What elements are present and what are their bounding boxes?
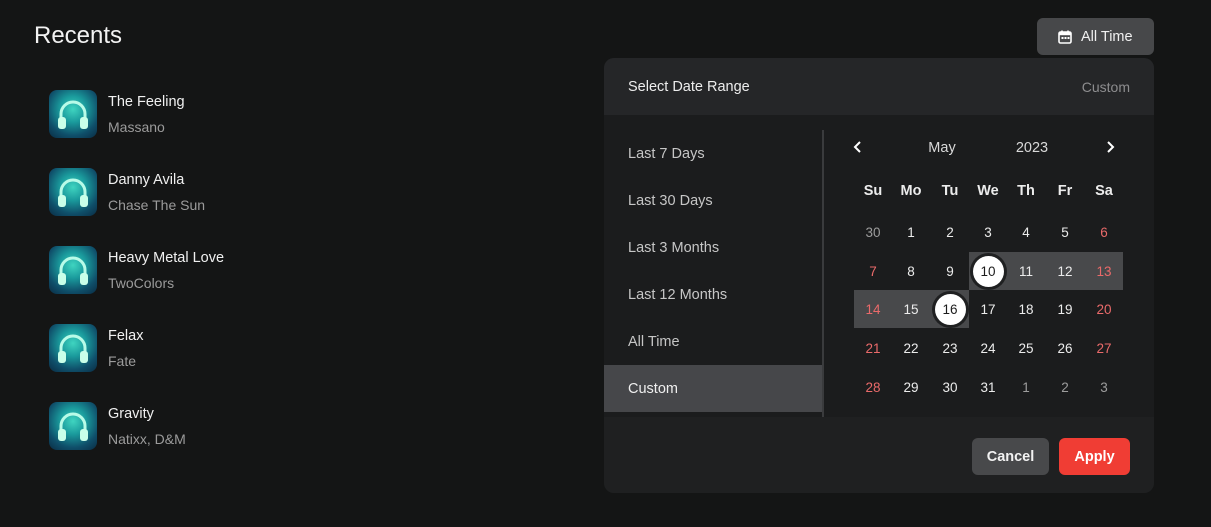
album-cover — [49, 246, 97, 294]
calendar-day[interactable]: 31 — [969, 368, 1007, 406]
song-title: The Feeling — [108, 93, 185, 110]
calendar-day[interactable]: 8 — [892, 252, 930, 290]
apply-button[interactable]: Apply — [1059, 438, 1130, 475]
calendar-day[interactable]: 29 — [892, 368, 930, 406]
calendar-day[interactable]: 1 — [1007, 368, 1045, 406]
weekday-label: Sa — [1095, 183, 1113, 199]
day-number: 16 — [934, 293, 966, 325]
date-range-panel: Select Date Range Custom Last 7 Days Las… — [604, 58, 1154, 493]
calendar-day[interactable]: 23 — [931, 329, 969, 367]
range-start-day[interactable]: 10 — [969, 252, 1007, 290]
calendar-day[interactable]: 12 — [1046, 252, 1084, 290]
calendar-day[interactable]: 15 — [892, 290, 930, 328]
panel-divider — [822, 130, 824, 417]
calendar-day[interactable]: 9 — [931, 252, 969, 290]
calendar-day[interactable]: 19 — [1046, 290, 1084, 328]
chevron-left-icon[interactable] — [848, 137, 868, 157]
calendar-day[interactable]: 3 — [1085, 368, 1123, 406]
song-artist: Fate — [108, 352, 137, 369]
preset-last-30-days[interactable]: Last 30 Days — [604, 177, 823, 224]
recent-item[interactable]: Gravity Natixx, D&M — [49, 402, 224, 450]
calendar-day[interactable]: 6 — [1085, 213, 1123, 251]
song-title: Heavy Metal Love — [108, 249, 225, 266]
date-filter-button[interactable]: All Time — [1037, 18, 1154, 55]
song-title: Danny Avila — [108, 171, 185, 188]
calendar-day[interactable]: 11 — [1007, 252, 1045, 290]
calendar-day[interactable]: 27 — [1085, 329, 1123, 367]
calendar-day[interactable]: 14 — [854, 290, 892, 328]
song-artist: TwoColors — [108, 274, 175, 291]
calendar-day[interactable]: 13 — [1085, 252, 1123, 290]
song-artist: Massano — [108, 118, 165, 135]
calendar-day[interactable]: 2 — [1046, 368, 1084, 406]
calendar-day[interactable]: 30 — [931, 368, 969, 406]
preset-list: Last 7 Days Last 30 Days Last 3 Months L… — [604, 115, 823, 417]
calendar-day[interactable]: 22 — [892, 329, 930, 367]
calendar-day[interactable]: 20 — [1085, 290, 1123, 328]
recent-item[interactable]: Danny Avila Chase The Sun — [49, 168, 224, 216]
headphones-icon — [58, 334, 88, 363]
headphones-icon — [58, 256, 88, 285]
recents-list: The Feeling Massano Danny Avila Chase Th… — [49, 90, 224, 480]
date-filter-label: All Time — [1081, 28, 1133, 45]
calendar-day[interactable]: 17 — [969, 290, 1007, 328]
calendar-icon — [1058, 30, 1072, 44]
preset-last-3-months[interactable]: Last 3 Months — [604, 224, 823, 271]
recent-item[interactable]: Heavy Metal Love TwoColors — [49, 246, 224, 294]
song-title: Felax — [108, 327, 144, 344]
album-cover — [49, 402, 97, 450]
calendar-day[interactable]: 25 — [1007, 329, 1045, 367]
range-end-day[interactable]: 16 — [931, 290, 969, 328]
weekday-label: Su — [863, 183, 883, 199]
preset-last-12-months[interactable]: Last 12 Months — [604, 271, 823, 318]
album-cover — [49, 90, 97, 138]
recent-item[interactable]: Felax Fate — [49, 324, 224, 372]
album-cover — [49, 324, 97, 372]
calendar-day[interactable]: 1 — [892, 213, 930, 251]
recent-item[interactable]: The Feeling Massano — [49, 90, 224, 138]
weekday-label: Th — [1017, 183, 1035, 199]
calendar-day[interactable]: 28 — [854, 368, 892, 406]
calendar-day[interactable]: 4 — [1007, 213, 1045, 251]
weekday-label: We — [977, 183, 999, 199]
weekday-label: Mo — [900, 183, 922, 199]
calendar-day[interactable]: 2 — [931, 213, 969, 251]
preset-all-time[interactable]: All Time — [604, 318, 823, 365]
calendar-day[interactable]: 7 — [854, 252, 892, 290]
song-artist: Natixx, D&M — [108, 430, 186, 447]
calendar-month[interactable]: May — [914, 140, 970, 156]
chevron-right-icon[interactable] — [1100, 137, 1120, 157]
calendar-day[interactable]: 21 — [854, 329, 892, 367]
headphones-icon — [58, 100, 88, 129]
date-range-mode: Custom — [1081, 78, 1130, 95]
weekday-label: Fr — [1057, 183, 1073, 199]
weekday-label: Tu — [941, 183, 959, 199]
date-range-footer: Cancel Apply — [604, 417, 1154, 493]
cancel-button[interactable]: Cancel — [972, 438, 1049, 475]
calendar-day[interactable]: 26 — [1046, 329, 1084, 367]
headphones-icon — [58, 178, 88, 207]
song-title: Gravity — [108, 405, 154, 422]
calendar-day[interactable]: 18 — [1007, 290, 1045, 328]
album-cover — [49, 168, 97, 216]
preset-custom[interactable]: Custom — [604, 365, 823, 412]
headphones-icon — [58, 412, 88, 441]
date-range-header: Select Date Range Custom — [604, 58, 1154, 115]
day-number: 10 — [972, 255, 1004, 287]
preset-last-7-days[interactable]: Last 7 Days — [604, 130, 823, 177]
date-range-body: Last 7 Days Last 30 Days Last 3 Months L… — [604, 115, 1154, 417]
calendar-day[interactable]: 3 — [969, 213, 1007, 251]
calendar-day[interactable]: 30 — [854, 213, 892, 251]
calendar-day[interactable]: 5 — [1046, 213, 1084, 251]
calendar-year[interactable]: 2023 — [1004, 140, 1060, 156]
song-artist: Chase The Sun — [108, 196, 206, 213]
date-range-title: Select Date Range — [628, 78, 750, 95]
recents-title: Recents — [34, 22, 123, 49]
calendar-day[interactable]: 24 — [969, 329, 1007, 367]
